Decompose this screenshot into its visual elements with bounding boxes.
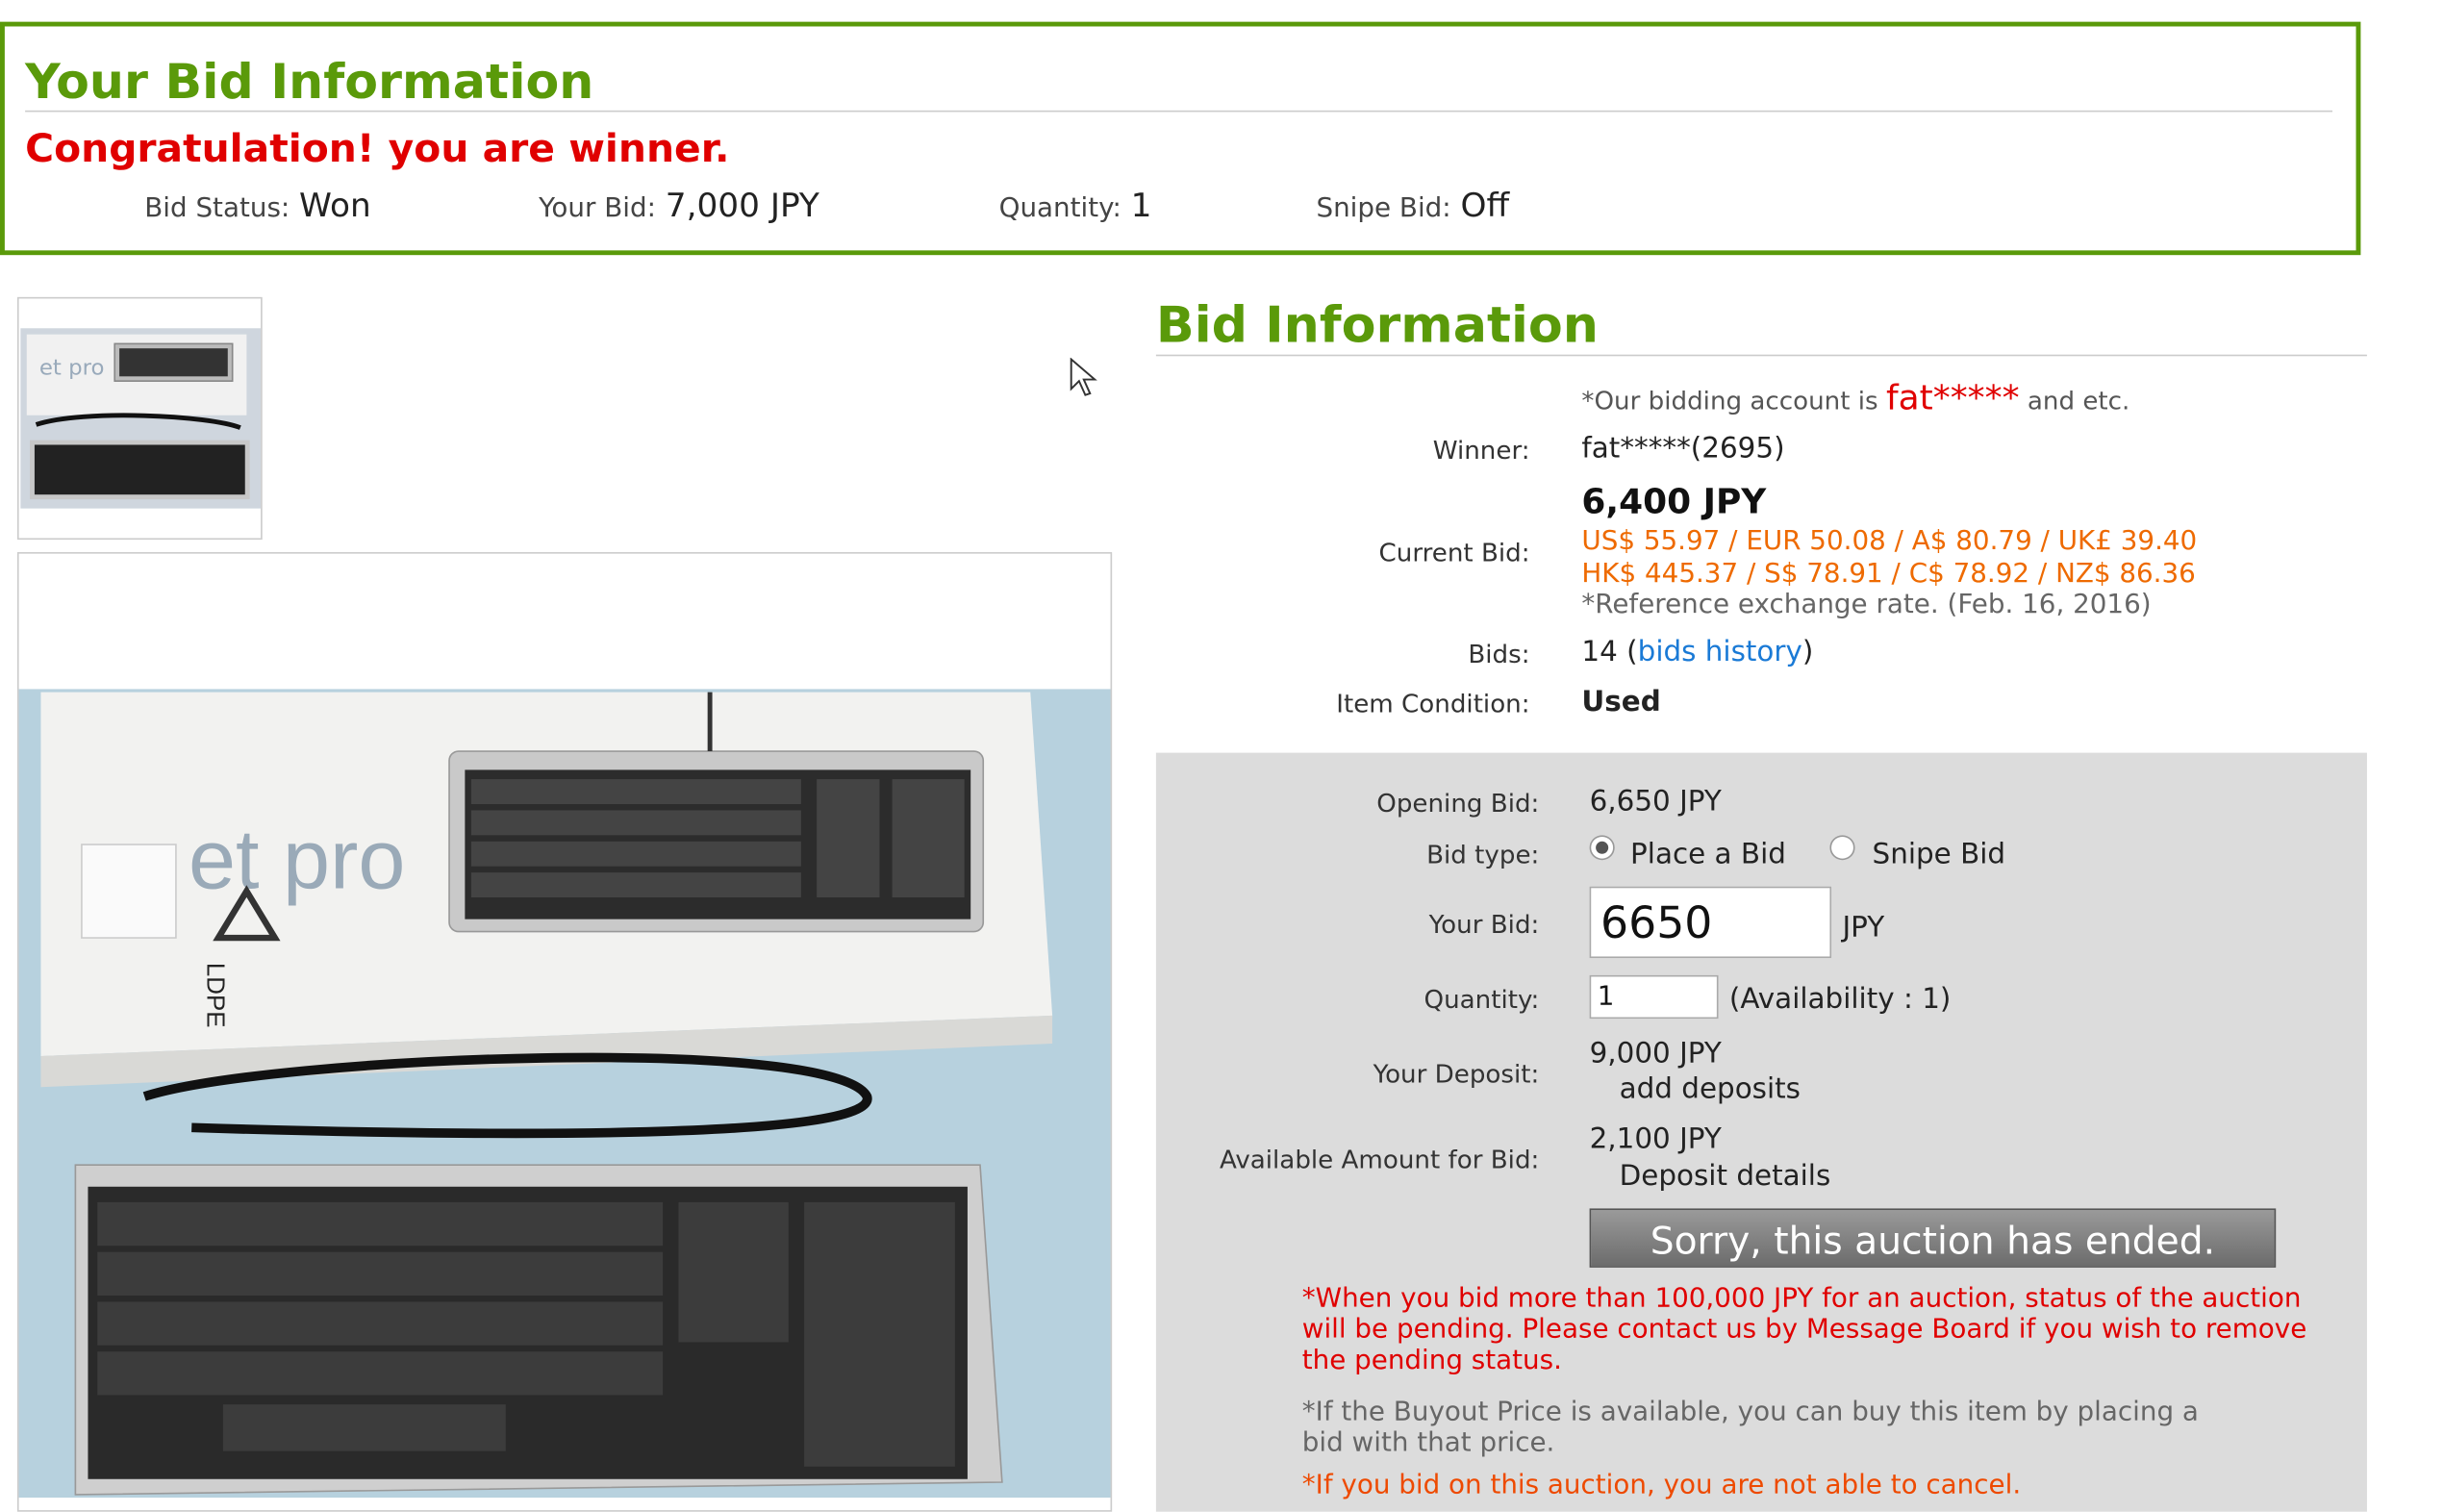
your-bid-form-label: Your Bid: bbox=[1428, 909, 1540, 940]
your-bid-info-title: Your Bid Information bbox=[25, 54, 594, 111]
quantity-form-label: Quantity: bbox=[1424, 984, 1540, 1015]
winner-label: Winner: bbox=[1432, 435, 1530, 466]
bidding-account-note: *Our bidding account is fat***** and etc… bbox=[1581, 380, 2129, 418]
snipe-bid-value: Off bbox=[1460, 187, 1510, 224]
your-bid-info-box: Your Bid Information Congratulation! you… bbox=[0, 21, 2361, 256]
keyboard-photo-image: et pro LDPE bbox=[18, 689, 1111, 1499]
box-side-text: LDPE bbox=[202, 963, 231, 1028]
bid-amount-input[interactable] bbox=[1589, 886, 1832, 959]
add-deposits-link[interactable]: add deposits bbox=[1620, 1073, 1801, 1106]
bid-type-label: Bid type: bbox=[1426, 840, 1540, 869]
bid-status-label: Bid Status: bbox=[144, 192, 290, 224]
account-note-suffix: and etc. bbox=[2027, 386, 2130, 416]
place-bid-radio-label[interactable]: Place a Bid bbox=[1630, 839, 1786, 871]
account-note-prefix: *Our bidding account is bbox=[1581, 386, 1878, 416]
quantity-summary: Quantity: 1 bbox=[999, 187, 1152, 224]
bid-unit-label: JPY bbox=[1842, 911, 1885, 945]
item-condition-value: Used bbox=[1581, 686, 1661, 719]
your-bid-value: 7,000 JPY bbox=[665, 187, 819, 224]
fx-rates-line1: US$ 55.97 / EUR 50.08 / A$ 80.79 / UK£ 3… bbox=[1581, 525, 2198, 557]
available-amount-value: 2,100 JPY bbox=[1589, 1122, 1722, 1156]
place-bid-radio[interactable] bbox=[1589, 835, 1615, 861]
bid-information-title: Bid Information bbox=[1155, 295, 1599, 355]
divider bbox=[1155, 354, 2367, 357]
bids-close-paren: ) bbox=[1802, 636, 1814, 669]
quantity-value: 1 bbox=[1130, 187, 1152, 224]
bids-value: 14 (bids history) bbox=[1581, 636, 1813, 668]
deposit-details-link[interactable]: Deposit details bbox=[1620, 1160, 1831, 1193]
current-bid-value: 6,400 JPY bbox=[1581, 483, 1767, 523]
snipe-bid-radio-label[interactable]: Snipe Bid bbox=[1873, 839, 2006, 871]
current-bid-label: Current Bid: bbox=[1378, 538, 1530, 568]
deposit-label: Your Deposit: bbox=[1373, 1059, 1540, 1089]
svg-text:et pro: et pro bbox=[39, 356, 105, 381]
keyboard-thumbnail-image: et pro bbox=[20, 328, 262, 509]
opening-bid-value: 6,650 JPY bbox=[1589, 785, 1722, 819]
bid-status: Bid Status: Won bbox=[144, 187, 370, 224]
bids-history-link[interactable]: bids history bbox=[1638, 636, 1802, 668]
snipe-bid-radio[interactable] bbox=[1829, 835, 1855, 861]
exchange-rate-note: *Reference exchange rate. (Feb. 16, 2016… bbox=[1581, 589, 2152, 621]
winner-value: fat*****(2695) bbox=[1581, 432, 1785, 466]
your-bid-label: Your Bid: bbox=[539, 192, 656, 224]
available-amount-label: Available Amount for Bid: bbox=[1219, 1145, 1540, 1174]
box-text: et pro bbox=[189, 813, 405, 907]
snipe-bid-summary: Snipe Bid: Off bbox=[1316, 187, 1509, 224]
quantity-label: Quantity: bbox=[998, 192, 1121, 224]
cancel-warning: *If you bid on this auction, you are not… bbox=[1301, 1470, 2022, 1501]
your-bid-summary: Your Bid: 7,000 JPY bbox=[539, 187, 819, 224]
auction-ended-button[interactable]: Sorry, this auction has ended. bbox=[1589, 1208, 2277, 1268]
product-thumbnail[interactable]: et pro bbox=[16, 296, 263, 541]
buyout-note: *If the Buyout Price is available, you c… bbox=[1301, 1397, 2199, 1459]
snipe-bid-label: Snipe Bid: bbox=[1316, 192, 1451, 224]
mouse-cursor-icon bbox=[1070, 357, 1097, 396]
product-main-photo: et pro LDPE bbox=[16, 552, 1113, 1512]
item-condition-label: Item Condition: bbox=[1336, 689, 1530, 719]
bids-label: Bids: bbox=[1468, 639, 1530, 669]
bid-status-value: Won bbox=[299, 187, 371, 224]
divider bbox=[25, 110, 2333, 113]
opening-bid-label: Opening Bid: bbox=[1376, 788, 1540, 819]
quantity-input[interactable] bbox=[1589, 974, 1719, 1020]
pending-warning: *When you bid more than 100,000 JPY for … bbox=[1301, 1283, 2307, 1377]
fx-rates-line2: HK$ 445.37 / S$ 78.91 / C$ 78.92 / NZ$ 8… bbox=[1581, 558, 2196, 590]
account-note-name: fat***** bbox=[1885, 379, 2020, 418]
bids-count: 14 ( bbox=[1581, 636, 1638, 669]
deposit-value: 9,000 JPY bbox=[1589, 1037, 1722, 1071]
winner-message: Congratulation! you are winner. bbox=[25, 125, 730, 171]
availability-text: (Availability : 1) bbox=[1728, 982, 1952, 1016]
